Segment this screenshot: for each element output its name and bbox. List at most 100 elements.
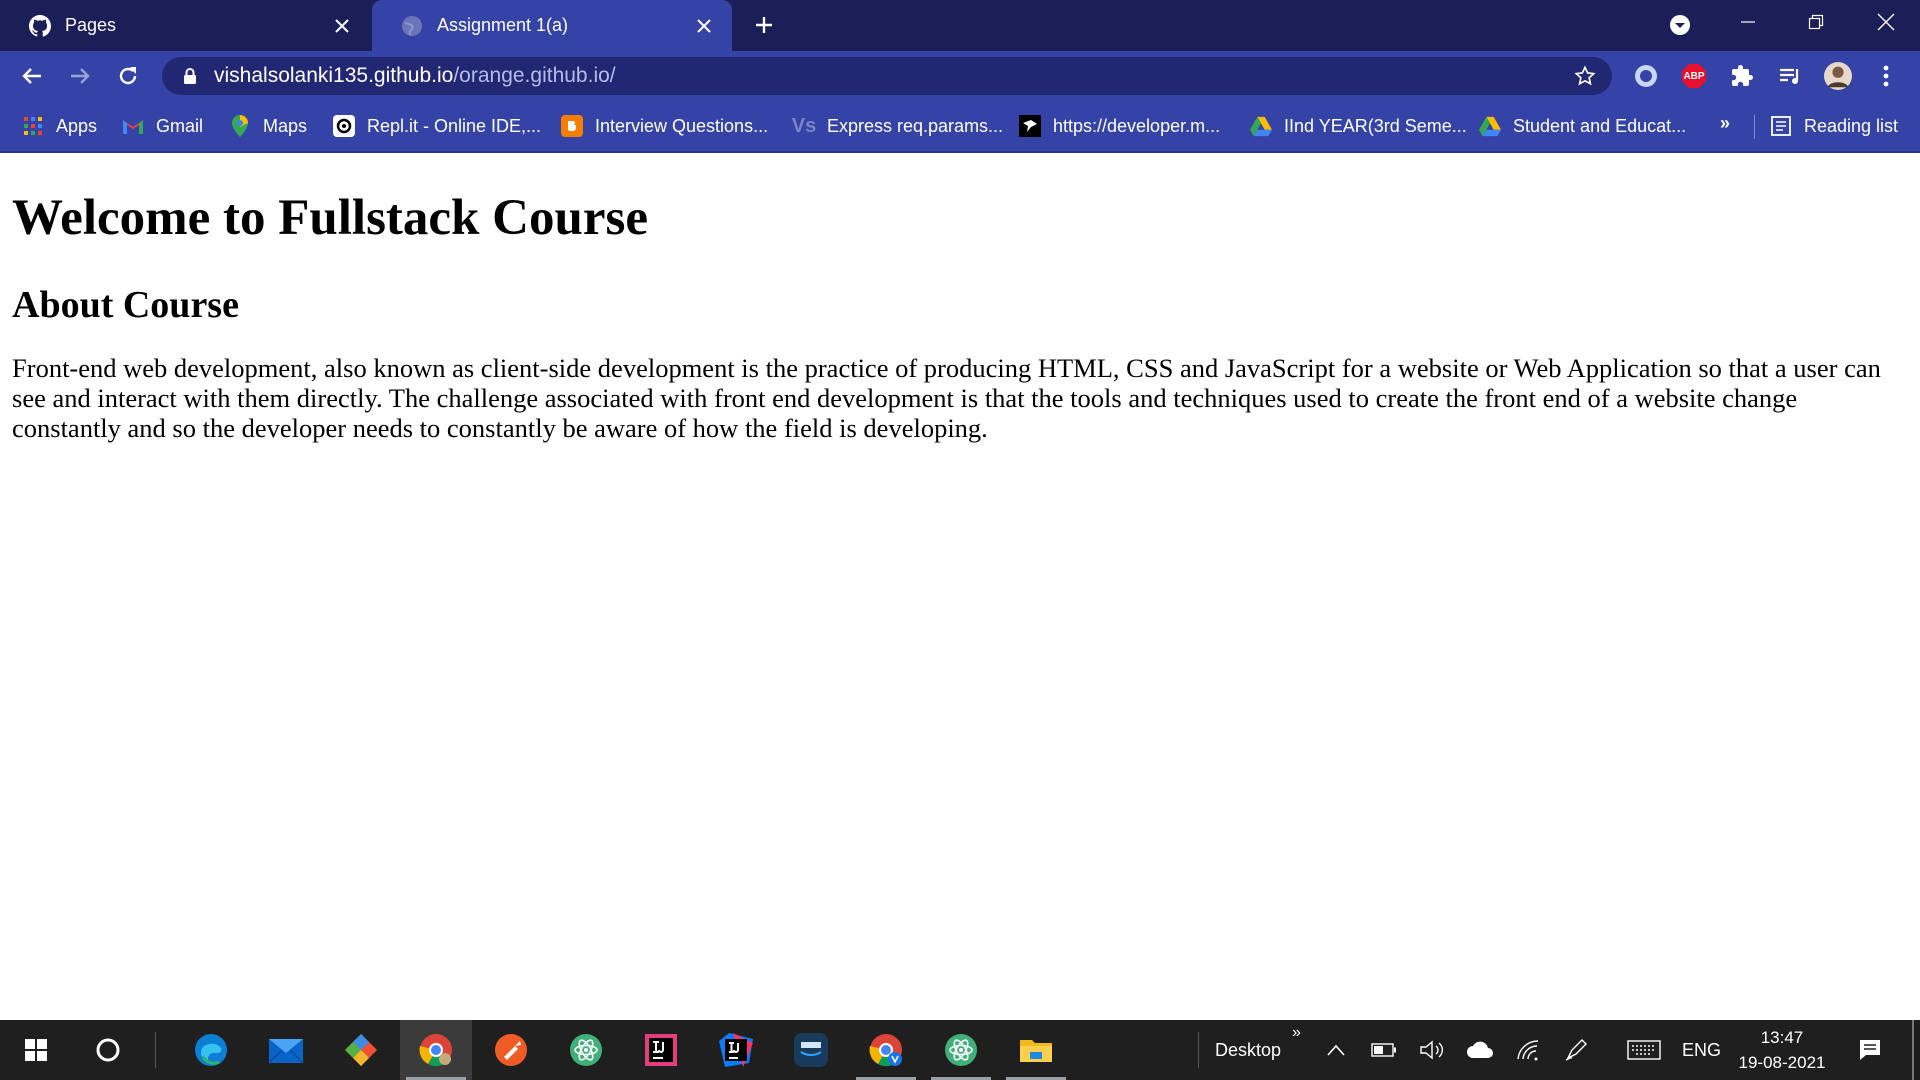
back-button[interactable] (14, 58, 50, 94)
close-tab-icon[interactable] (326, 10, 358, 42)
show-desktop-button[interactable] (1912, 1020, 1914, 1080)
bookmark-student-and-educat[interactable]: Student and Educat... (1479, 113, 1686, 139)
bookmark-gmail[interactable]: Gmail (122, 113, 203, 139)
close-tab-icon[interactable] (688, 10, 720, 42)
adblock-plus-button[interactable]: ABP (1680, 62, 1708, 90)
new-tab-button[interactable] (748, 9, 780, 41)
taskbar-chrome[interactable] (400, 1020, 472, 1080)
circle-extension-icon (1635, 65, 1657, 87)
action-center-button[interactable] (1856, 1036, 1884, 1064)
bookmark-developer-mozilla[interactable]: https://developer.m... (1019, 113, 1220, 139)
volume-button[interactable] (1418, 1036, 1446, 1064)
browser-toolbar: vishalsolanki135.github.io/orange.github… (0, 51, 1920, 101)
chrome-icon (419, 1034, 452, 1067)
wifi-icon (1517, 1040, 1539, 1061)
page-heading: Welcome to Fullstack Course (12, 190, 648, 246)
cortana-circle-icon (96, 1038, 120, 1062)
bookmark-label: Student and Educat... (1513, 115, 1687, 136)
reading-list-button[interactable]: Reading list (1770, 113, 1898, 139)
bookmark-express-req-params[interactable]: Vs Express req.params... (792, 113, 1003, 139)
start-button[interactable] (0, 1020, 72, 1080)
plus-icon (756, 17, 772, 33)
minimize-button[interactable] (1714, 0, 1782, 44)
bookmark-maps[interactable]: Maps (229, 113, 307, 139)
address-bar[interactable]: vishalsolanki135.github.io/orange.github… (162, 57, 1612, 95)
bookmark-apps[interactable]: Apps (22, 113, 97, 139)
tab-pages[interactable]: Pages (0, 0, 370, 51)
tab-search-button[interactable] (1666, 11, 1694, 39)
taskbar-prime-video[interactable] (775, 1020, 847, 1080)
bookmark-replit[interactable]: Repl.it - Online IDE,... (333, 113, 541, 139)
mail-icon (268, 1039, 304, 1064)
prime-video-icon (794, 1033, 828, 1067)
desktop-toolbar-label[interactable]: Desktop (1215, 1040, 1281, 1061)
reading-list-icon (1770, 115, 1792, 137)
reload-button[interactable] (110, 58, 146, 94)
reading-list-label: Reading list (1804, 115, 1899, 136)
intellij-community-icon (719, 1033, 753, 1067)
bookmark-star-icon[interactable] (1574, 65, 1596, 87)
arrow-left-icon (22, 68, 41, 84)
taskbar-file-explorer[interactable] (1000, 1020, 1072, 1080)
tab-label: Assignment 1(a) (437, 15, 569, 35)
search-button[interactable] (72, 1020, 144, 1080)
media-control-button[interactable] (1776, 62, 1804, 90)
bookmark-interview-questions[interactable]: Interview Questions... (561, 113, 768, 139)
extension-circle-button[interactable] (1632, 62, 1660, 90)
battery-button[interactable] (1370, 1036, 1398, 1064)
taskbar-intellij[interactable] (625, 1020, 697, 1080)
taskbar-atom[interactable] (550, 1020, 622, 1080)
restore-icon (1808, 14, 1824, 30)
bookmark-label: Gmail (156, 115, 204, 136)
cloud-icon (1467, 1041, 1493, 1058)
page-subheading: About Course (12, 284, 239, 326)
puzzle-icon (1732, 65, 1753, 86)
bookmarks-overflow-button[interactable]: » (1720, 113, 1730, 134)
profile-avatar[interactable] (1824, 62, 1852, 90)
bookmark-label: Repl.it - Online IDE,... (367, 115, 542, 136)
restore-button[interactable] (1782, 0, 1850, 44)
blogger-icon (561, 115, 583, 137)
browser-menu-button[interactable] (1872, 62, 1900, 90)
touch-keyboard-button[interactable] (1626, 1036, 1662, 1064)
pen-workspace-button[interactable] (1562, 1036, 1590, 1064)
desktop-toolbar-chevron[interactable]: » (1292, 1024, 1301, 1042)
close-window-button[interactable] (1852, 0, 1920, 44)
globe-icon (401, 15, 423, 37)
onedrive-button[interactable] (1466, 1036, 1494, 1064)
atom-icon (945, 1034, 977, 1066)
playlist-icon (1780, 68, 1799, 84)
network-button[interactable] (1514, 1036, 1542, 1064)
apps-grid-icon (22, 115, 44, 137)
keyboard-icon (1627, 1040, 1661, 1060)
taskbar-postman[interactable] (475, 1020, 547, 1080)
taskbar-edge[interactable] (175, 1020, 247, 1080)
postman-icon (495, 1034, 527, 1066)
tab-assignment[interactable]: Assignment 1(a) (372, 0, 732, 51)
web-page-content: Welcome to Fullstack Course About Course… (0, 153, 1920, 1020)
drive-icon (1479, 115, 1501, 137)
show-hidden-icons-button[interactable] (1322, 1036, 1350, 1064)
chevron-down-icon (1670, 15, 1690, 35)
maps-pin-icon (229, 115, 251, 137)
tab-label: Pages (65, 15, 117, 35)
replit-icon (333, 115, 355, 137)
taskbar-git[interactable] (325, 1020, 397, 1080)
minimize-icon (1741, 21, 1755, 23)
course-description: Front-end web development, also known as… (12, 353, 1881, 443)
bookmark-iind-year[interactable]: IInd YEAR(3rd Seme... (1250, 113, 1467, 139)
taskbar-mail[interactable] (250, 1020, 322, 1080)
gmail-icon (122, 115, 144, 137)
adblock-label: ABP (1683, 70, 1705, 82)
input-language-indicator[interactable]: ENG (1682, 1040, 1721, 1061)
taskbar-chrome-profile[interactable] (850, 1020, 922, 1080)
edge-icon (195, 1034, 227, 1066)
extensions-button[interactable] (1728, 62, 1756, 90)
battery-icon (1371, 1043, 1396, 1057)
taskbar-intellij-2[interactable] (700, 1020, 772, 1080)
intellij-icon (645, 1034, 677, 1066)
taskbar-atom-2[interactable] (925, 1020, 997, 1080)
bookmark-label: Apps (56, 115, 98, 136)
forward-button[interactable] (62, 58, 98, 94)
clock[interactable]: 13:47 19-08-2021 (1728, 1025, 1836, 1075)
